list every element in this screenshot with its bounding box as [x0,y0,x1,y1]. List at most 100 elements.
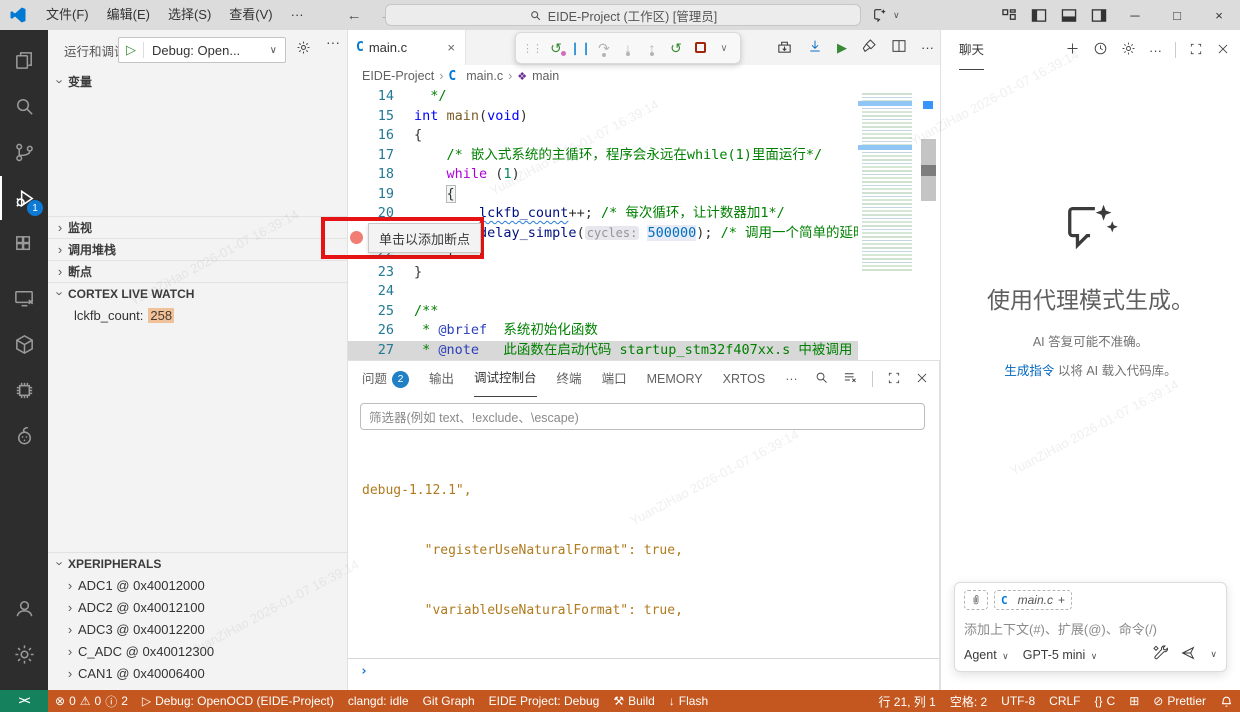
section-xperipherals[interactable]: ›XPERIPHERALS [48,552,347,574]
chat-settings-gear-icon[interactable] [1121,41,1136,59]
send-button[interactable] [1180,645,1196,664]
code-line[interactable]: 14 */ [348,87,918,107]
new-chat-icon[interactable] [1065,41,1080,59]
tab-chat[interactable]: 聊天 [959,31,984,70]
expand-chat-icon[interactable] [1189,42,1203,59]
step-over-icon[interactable]: ↷ [594,40,614,57]
code-line[interactable]: 25/** [348,302,918,322]
maximize-button[interactable]: □ [1156,0,1198,30]
tab-ports[interactable]: 端口 [602,362,627,397]
debug-settings-gear-icon[interactable] [296,40,311,58]
encoding-status[interactable]: UTF-8 [994,694,1042,708]
peripheral-item[interactable]: ›C_ADC @ 0x40012300 [48,640,347,662]
tab-memory[interactable]: MEMORY [647,362,703,397]
command-center-search[interactable]: EIDE-Project (工作区) [管理员] [385,4,861,26]
stop-icon[interactable] [690,40,710,56]
agent-mode-dropdown[interactable]: Agent ∨ [964,648,1009,662]
breakpoint-dot-icon[interactable] [350,231,363,244]
start-debug-icon[interactable]: ▷ [119,42,144,58]
editor-more-icon[interactable]: ··· [921,40,934,55]
remote-indicator[interactable]: >< [0,690,48,712]
git-graph-button[interactable]: Git Graph [416,694,482,708]
maximize-panel-icon[interactable] [887,371,901,388]
add-context-icon[interactable]: + [1058,593,1065,607]
menu-view[interactable]: 查看(V) [220,0,281,30]
eol-status[interactable]: CRLF [1042,694,1087,708]
section-watch[interactable]: ›监视 [48,216,347,238]
debug-config-dropdown[interactable]: ▷ Debug: Open... ∨ [118,37,286,63]
nav-back-icon[interactable]: ← [347,7,362,24]
tab-problems[interactable]: 问题2 [362,362,409,397]
copilot-button[interactable]: ∨ [872,3,900,27]
console-prompt-input[interactable]: › [348,658,939,684]
tab-debug-console[interactable]: 调试控制台 [474,362,537,397]
step-into-icon[interactable]: ↓ [618,40,638,56]
chevron-down-icon[interactable]: ∨ [714,43,734,54]
toggle-panel-icon[interactable] [1054,0,1084,30]
code-line[interactable]: 16{ [348,126,918,146]
toggle-sidebar-icon[interactable] [1024,0,1054,30]
build-button[interactable]: ⚒Build [606,694,661,708]
code-line[interactable]: 18 while (1) [348,165,918,185]
menu-file[interactable]: 文件(F) [37,0,98,30]
editor-scrollbar[interactable] [918,87,940,360]
toggle-secondary-sidebar-icon[interactable] [1084,0,1114,30]
extension-grid-icon[interactable]: ⊞ [1122,694,1146,708]
account-icon[interactable] [0,586,48,630]
model-picker-dropdown[interactable]: GPT-5 mini ∨ [1023,648,1098,662]
panel-tabs-more-icon[interactable]: ··· [785,362,798,397]
code-line[interactable]: 23} [348,263,918,283]
attach-context-button[interactable] [964,590,988,610]
eide-build-icon[interactable] [776,38,793,58]
restart-icon[interactable]: ↺ [666,40,686,57]
problems-status[interactable]: ⊗0 ⚠0 ⓘ2 [48,693,135,710]
sidebar-item-source-control[interactable] [0,130,48,174]
flash-button[interactable]: ↓Flash [662,694,715,708]
sidebar-item-peripherals[interactable] [0,322,48,366]
section-variables[interactable]: ›变量 [48,70,347,92]
minimap[interactable] [858,87,918,360]
peripheral-item[interactable]: ›ADC1 @ 0x40012000 [48,574,347,596]
code-line[interactable]: 17 /* 嵌入式系统的主循环，程序会永远在while(1)里面运行*/ [348,146,918,166]
language-mode[interactable]: {}C [1088,694,1123,708]
code-line[interactable]: 26 * @brief 系统初始化函数 [348,321,918,341]
section-breakpoints[interactable]: ›断点 [48,260,347,282]
split-editor-icon[interactable] [891,38,907,57]
sidebar-item-extensions[interactable] [0,222,48,266]
sidebar-item-run-debug[interactable]: 1 [0,176,48,220]
sidebar-more-icon[interactable]: ··· [326,34,340,50]
close-chat-icon[interactable] [1216,42,1230,59]
chat-history-icon[interactable] [1093,41,1108,59]
generate-instructions-link[interactable]: 生成指令 [1004,364,1054,378]
sidebar-item-explorer[interactable] [0,38,48,82]
run-file-icon[interactable]: ▶ [837,40,847,56]
sidebar-item-chip[interactable] [0,368,48,412]
search-icon[interactable] [814,370,829,388]
clear-console-icon[interactable] [843,370,858,388]
notifications-bell-icon[interactable] [1213,695,1240,708]
tools-icon[interactable] [1152,645,1168,664]
section-call-stack[interactable]: ›调用堆栈 [48,238,347,260]
close-panel-icon[interactable] [915,371,929,388]
sidebar-item-remote-explorer[interactable] [0,276,48,320]
continue-icon[interactable]: ↺ [546,40,566,57]
sidebar-item-berry[interactable] [0,414,48,458]
debug-status[interactable]: ▷Debug: OpenOCD (EIDE-Project) [135,694,341,708]
cursor-position[interactable]: 行 21, 列 1 [871,693,942,710]
customize-layout-icon[interactable] [994,0,1024,30]
clangd-status[interactable]: clangd: idle [341,694,416,708]
close-window-button[interactable]: × [1198,0,1240,30]
minimize-button[interactable]: ─ [1114,0,1156,30]
breadcrumb[interactable]: EIDE-Project › C main.c › ❖ main [348,65,940,87]
flash-download-icon[interactable] [807,38,823,57]
code-line[interactable]: 15int main(void) [348,107,918,127]
menu-selection[interactable]: 选择(S) [159,0,220,30]
tab-xrtos[interactable]: XRTOS [723,362,766,397]
console-filter-input[interactable]: 筛选器(例如 text、!exclude、\escape) [360,403,925,430]
code-line[interactable]: 19 { [348,185,918,205]
tab-terminal[interactable]: 终端 [557,362,582,397]
code-line[interactable]: 24 [348,282,918,302]
chat-text-input[interactable]: 添加上下文(#)、扩展(@)、命令(/) [964,619,1217,638]
drag-handle-icon[interactable]: ⋮⋮ [522,42,542,55]
indentation-status[interactable]: 空格: 2 [943,693,994,710]
